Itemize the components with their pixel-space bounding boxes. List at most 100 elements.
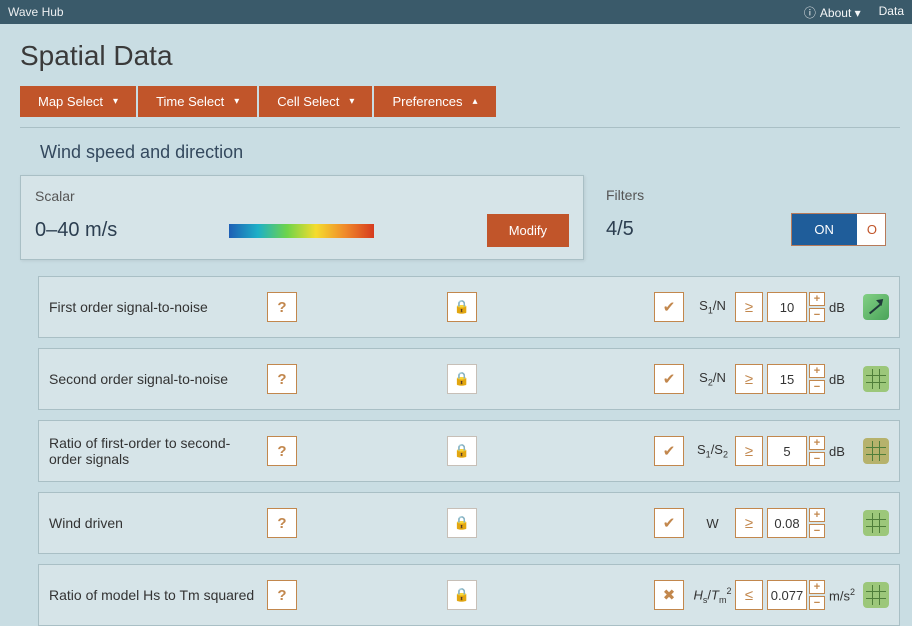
filter-row: Ratio of model Hs to Tm squared? 🔒 ✖ Hs/Tm2… [38, 564, 900, 626]
check-icon: ✔ [663, 442, 676, 460]
step-up-button[interactable]: + [809, 364, 825, 378]
preview-swatch-icon[interactable] [863, 294, 889, 320]
check-icon: ✔ [663, 370, 676, 388]
check-icon: ✔ [663, 298, 676, 316]
filter-enabled-button[interactable]: ✔ [654, 508, 684, 538]
step-up-button[interactable]: + [809, 436, 825, 450]
filter-name: Ratio of first-order to second-order sig… [49, 435, 267, 467]
stepper: +− [809, 292, 825, 322]
operator-button[interactable]: ≥ [735, 436, 763, 466]
lock-button: 🔒 [447, 436, 477, 466]
filter-name: Second order signal-to-noise [49, 371, 267, 387]
menu-cell-select[interactable]: Cell Select ▾ [259, 86, 372, 117]
about-link[interactable]: About ▾ [804, 4, 861, 21]
filters-label: Filters [606, 187, 886, 203]
preview-swatch-icon[interactable] [863, 366, 889, 392]
scalar-range: 0–40 m/s [35, 219, 117, 242]
filters-toggle-off[interactable]: O [856, 214, 885, 245]
spectrum-bar-icon [229, 224, 374, 238]
main-panel: Wind speed and direction Scalar 0–40 m/s… [20, 127, 900, 626]
step-down-button[interactable]: − [809, 452, 825, 466]
menu-map-select[interactable]: Map Select ▾ [20, 86, 136, 117]
operator-button[interactable]: ≥ [735, 364, 763, 394]
caret-down-icon: ▾ [349, 96, 354, 107]
stepper: +− [809, 364, 825, 394]
filter-symbol: S2/N [690, 370, 735, 388]
filter-enabled-button[interactable]: ✔ [654, 292, 684, 322]
menu-item-label: Time Select [156, 94, 224, 109]
step-down-button[interactable]: − [809, 380, 825, 394]
data-link[interactable]: Data [879, 4, 904, 21]
filter-symbol: Hs/Tm2 [690, 586, 735, 605]
help-button[interactable]: ? [267, 292, 297, 322]
menu-item-label: Map Select [38, 94, 103, 109]
help-button[interactable]: ? [267, 580, 297, 610]
step-up-button[interactable]: + [809, 292, 825, 306]
menu-item-label: Preferences [392, 94, 462, 109]
brand-label: Wave Hub [8, 5, 64, 19]
filter-symbol: S1/N [690, 298, 735, 316]
lock-icon: 🔒 [454, 299, 470, 315]
menu-bar: Map Select ▾ Time Select ▾ Cell Select ▾ Prefe… [0, 86, 912, 127]
step-down-button[interactable]: − [809, 524, 825, 538]
operator-button[interactable]: ≥ [735, 508, 763, 538]
operator-button[interactable]: ≥ [735, 292, 763, 322]
top-nav: Wave Hub About ▾ Data [0, 0, 912, 24]
filter-row: First order signal-to-noise?🔒✔S1/N≥+−dB [38, 276, 900, 338]
help-button[interactable]: ? [267, 436, 297, 466]
lock-button: 🔒 [447, 364, 477, 394]
threshold-input[interactable] [767, 364, 807, 394]
filter-enabled-button[interactable]: ✔ [654, 364, 684, 394]
preview-swatch-icon[interactable] [863, 438, 889, 464]
unit-label: m/s2 [829, 587, 861, 603]
filters-count: 4/5 [606, 218, 634, 241]
threshold-input[interactable] [767, 292, 807, 322]
lock-icon: 🔒 [454, 587, 470, 603]
filters-toggle: ON O [791, 213, 886, 246]
filter-row: Ratio of first-order to second-order sig… [38, 420, 900, 482]
help-button[interactable]: ? [267, 508, 297, 538]
filter-name: Ratio of model Hs to Tm squared [49, 587, 267, 603]
filter-name: Wind driven [49, 515, 267, 531]
scalar-panel: Scalar 0–40 m/s Modify [20, 175, 584, 260]
threshold-input[interactable] [767, 580, 807, 610]
operator-button[interactable]: ≤ [735, 580, 763, 610]
caret-down-icon: ▾ [234, 96, 239, 107]
caret-up-icon: ▴ [473, 96, 478, 107]
x-icon: ✖ [663, 586, 676, 604]
filter-symbol: S1/S2 [690, 442, 735, 460]
menu-time-select[interactable]: Time Select ▾ [138, 86, 257, 117]
threshold-input[interactable] [767, 508, 807, 538]
step-up-button[interactable]: + [809, 580, 825, 594]
step-up-button[interactable]: + [809, 508, 825, 522]
filter-symbol: W [690, 516, 735, 531]
lock-button[interactable]: 🔒 [447, 292, 477, 322]
caret-down-icon: ▾ [113, 96, 118, 107]
filters-toggle-on[interactable]: ON [792, 214, 856, 245]
stepper: +− [809, 436, 825, 466]
scalar-label: Scalar [35, 188, 569, 204]
help-button[interactable]: ? [267, 364, 297, 394]
filter-name: First order signal-to-noise [49, 299, 267, 315]
threshold-input[interactable] [767, 436, 807, 466]
step-down-button[interactable]: − [809, 596, 825, 610]
preview-swatch-icon[interactable] [863, 510, 889, 536]
step-down-button[interactable]: − [809, 308, 825, 322]
filter-row: Second order signal-to-noise?🔒✔S2/N≥+−dB [38, 348, 900, 410]
filter-enabled-button[interactable]: ✔ [654, 436, 684, 466]
filter-disabled-button[interactable]: ✖ [654, 580, 684, 610]
lock-icon: 🔒 [454, 371, 470, 387]
stepper: +− [809, 508, 825, 538]
check-icon: ✔ [663, 514, 676, 532]
preview-swatch-icon[interactable] [863, 582, 889, 608]
filter-row: Wind driven?🔒✔W≥+− [38, 492, 900, 554]
menu-preferences[interactable]: Preferences ▴ [374, 86, 495, 117]
menu-item-label: Cell Select [277, 94, 339, 109]
filters-summary-panel: Filters 4/5 ON O [592, 175, 900, 260]
unit-label: dB [829, 372, 861, 387]
lock-icon: 🔒 [454, 515, 470, 531]
section-title: Wind speed and direction [20, 142, 900, 175]
lock-button: 🔒 [447, 508, 477, 538]
page-title: Spatial Data [0, 24, 912, 86]
modify-button[interactable]: Modify [487, 214, 569, 247]
